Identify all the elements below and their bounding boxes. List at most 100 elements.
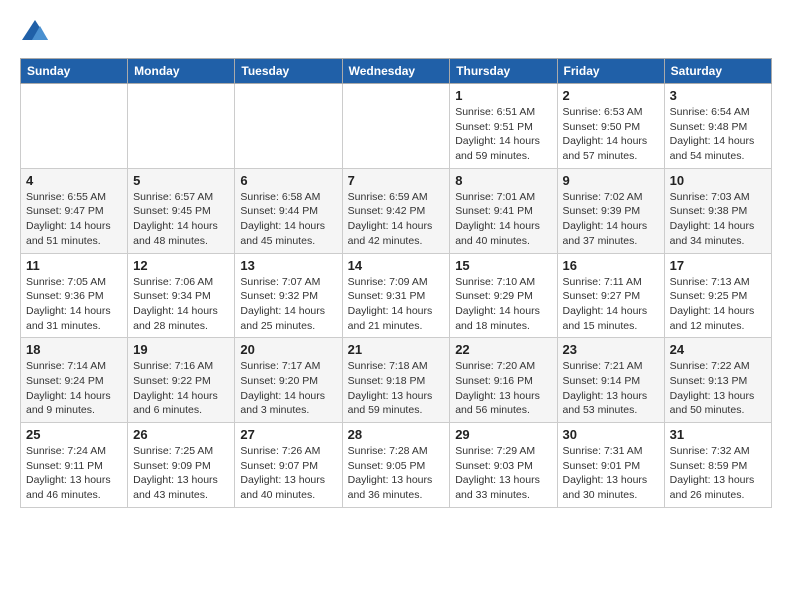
- day-info: Sunrise: 7:03 AM Sunset: 9:38 PM Dayligh…: [670, 190, 766, 249]
- day-info: Sunrise: 7:13 AM Sunset: 9:25 PM Dayligh…: [670, 275, 766, 334]
- day-number: 31: [670, 427, 766, 442]
- calendar-week-row: 18 Sunrise: 7:14 AM Sunset: 9:24 PM Dayli…: [21, 338, 772, 423]
- calendar-cell: [342, 84, 450, 169]
- weekday-header: Tuesday: [235, 59, 342, 84]
- day-number: 27: [240, 427, 336, 442]
- calendar-cell: [235, 84, 342, 169]
- calendar-cell: 29 Sunrise: 7:29 AM Sunset: 9:03 PM Dayli…: [450, 423, 557, 508]
- day-number: 14: [348, 258, 445, 273]
- day-number: 12: [133, 258, 229, 273]
- calendar-cell: [128, 84, 235, 169]
- weekday-header: Wednesday: [342, 59, 450, 84]
- day-info: Sunrise: 6:54 AM Sunset: 9:48 PM Dayligh…: [670, 105, 766, 164]
- day-number: 2: [563, 88, 659, 103]
- calendar-cell: 14 Sunrise: 7:09 AM Sunset: 9:31 PM Dayli…: [342, 253, 450, 338]
- day-info: Sunrise: 6:55 AM Sunset: 9:47 PM Dayligh…: [26, 190, 122, 249]
- day-info: Sunrise: 7:10 AM Sunset: 9:29 PM Dayligh…: [455, 275, 551, 334]
- calendar-cell: 27 Sunrise: 7:26 AM Sunset: 9:07 PM Dayli…: [235, 423, 342, 508]
- day-info: Sunrise: 7:29 AM Sunset: 9:03 PM Dayligh…: [455, 444, 551, 503]
- calendar-cell: 9 Sunrise: 7:02 AM Sunset: 9:39 PM Daylig…: [557, 168, 664, 253]
- day-info: Sunrise: 7:07 AM Sunset: 9:32 PM Dayligh…: [240, 275, 336, 334]
- calendar-cell: 13 Sunrise: 7:07 AM Sunset: 9:32 PM Dayli…: [235, 253, 342, 338]
- day-info: Sunrise: 6:53 AM Sunset: 9:50 PM Dayligh…: [563, 105, 659, 164]
- day-number: 22: [455, 342, 551, 357]
- calendar-cell: [21, 84, 128, 169]
- day-number: 19: [133, 342, 229, 357]
- day-number: 6: [240, 173, 336, 188]
- calendar-cell: 6 Sunrise: 6:58 AM Sunset: 9:44 PM Daylig…: [235, 168, 342, 253]
- calendar-cell: 11Sunrise: 7:05 AM Sunset: 9:36 PM Dayli…: [21, 253, 128, 338]
- day-number: 7: [348, 173, 445, 188]
- logo-icon: [20, 18, 50, 46]
- weekday-header-row: SundayMondayTuesdayWednesdayThursdayFrid…: [21, 59, 772, 84]
- calendar-cell: 16Sunrise: 7:11 AM Sunset: 9:27 PM Dayli…: [557, 253, 664, 338]
- calendar-cell: 19 Sunrise: 7:16 AM Sunset: 9:22 PM Dayli…: [128, 338, 235, 423]
- calendar-cell: 10 Sunrise: 7:03 AM Sunset: 9:38 PM Dayli…: [664, 168, 771, 253]
- day-info: Sunrise: 7:18 AM Sunset: 9:18 PM Dayligh…: [348, 359, 445, 418]
- calendar-cell: 18 Sunrise: 7:14 AM Sunset: 9:24 PM Dayli…: [21, 338, 128, 423]
- day-info: Sunrise: 7:24 AM Sunset: 9:11 PM Dayligh…: [26, 444, 122, 503]
- calendar-cell: 3 Sunrise: 6:54 AM Sunset: 9:48 PM Daylig…: [664, 84, 771, 169]
- calendar-cell: 12 Sunrise: 7:06 AM Sunset: 9:34 PM Dayli…: [128, 253, 235, 338]
- day-number: 11: [26, 258, 122, 273]
- day-info: Sunrise: 6:59 AM Sunset: 9:42 PM Dayligh…: [348, 190, 445, 249]
- calendar-cell: 28Sunrise: 7:28 AM Sunset: 9:05 PM Dayli…: [342, 423, 450, 508]
- day-info: Sunrise: 7:26 AM Sunset: 9:07 PM Dayligh…: [240, 444, 336, 503]
- day-number: 4: [26, 173, 122, 188]
- day-info: Sunrise: 6:58 AM Sunset: 9:44 PM Dayligh…: [240, 190, 336, 249]
- calendar-cell: 21 Sunrise: 7:18 AM Sunset: 9:18 PM Dayli…: [342, 338, 450, 423]
- calendar-cell: 25 Sunrise: 7:24 AM Sunset: 9:11 PM Dayli…: [21, 423, 128, 508]
- calendar-week-row: 1Sunrise: 6:51 AM Sunset: 9:51 PM Daylig…: [21, 84, 772, 169]
- day-number: 18: [26, 342, 122, 357]
- calendar-cell: 20 Sunrise: 7:17 AM Sunset: 9:20 PM Dayli…: [235, 338, 342, 423]
- calendar-cell: 5Sunrise: 6:57 AM Sunset: 9:45 PM Daylig…: [128, 168, 235, 253]
- day-info: Sunrise: 7:14 AM Sunset: 9:24 PM Dayligh…: [26, 359, 122, 418]
- calendar-cell: 23 Sunrise: 7:21 AM Sunset: 9:14 PM Dayli…: [557, 338, 664, 423]
- calendar-week-row: 11Sunrise: 7:05 AM Sunset: 9:36 PM Dayli…: [21, 253, 772, 338]
- calendar-cell: 8 Sunrise: 7:01 AM Sunset: 9:41 PM Daylig…: [450, 168, 557, 253]
- day-number: 28: [348, 427, 445, 442]
- weekday-header: Monday: [128, 59, 235, 84]
- page-header: [20, 20, 772, 48]
- day-number: 24: [670, 342, 766, 357]
- day-info: Sunrise: 7:21 AM Sunset: 9:14 PM Dayligh…: [563, 359, 659, 418]
- day-info: Sunrise: 6:57 AM Sunset: 9:45 PM Dayligh…: [133, 190, 229, 249]
- day-number: 21: [348, 342, 445, 357]
- day-number: 10: [670, 173, 766, 188]
- day-number: 26: [133, 427, 229, 442]
- day-info: Sunrise: 7:11 AM Sunset: 9:27 PM Dayligh…: [563, 275, 659, 334]
- day-info: Sunrise: 7:01 AM Sunset: 9:41 PM Dayligh…: [455, 190, 551, 249]
- calendar-cell: 7 Sunrise: 6:59 AM Sunset: 9:42 PM Daylig…: [342, 168, 450, 253]
- calendar-week-row: 4 Sunrise: 6:55 AM Sunset: 9:47 PM Daylig…: [21, 168, 772, 253]
- day-number: 15: [455, 258, 551, 273]
- day-number: 9: [563, 173, 659, 188]
- calendar-cell: 4 Sunrise: 6:55 AM Sunset: 9:47 PM Daylig…: [21, 168, 128, 253]
- day-number: 1: [455, 88, 551, 103]
- calendar-cell: 31Sunrise: 7:32 AM Sunset: 8:59 PM Dayli…: [664, 423, 771, 508]
- day-info: Sunrise: 7:16 AM Sunset: 9:22 PM Dayligh…: [133, 359, 229, 418]
- day-number: 3: [670, 88, 766, 103]
- day-info: Sunrise: 7:17 AM Sunset: 9:20 PM Dayligh…: [240, 359, 336, 418]
- calendar-cell: 30Sunrise: 7:31 AM Sunset: 9:01 PM Dayli…: [557, 423, 664, 508]
- calendar-cell: 17 Sunrise: 7:13 AM Sunset: 9:25 PM Dayli…: [664, 253, 771, 338]
- weekday-header: Friday: [557, 59, 664, 84]
- calendar-cell: 15 Sunrise: 7:10 AM Sunset: 9:29 PM Dayli…: [450, 253, 557, 338]
- weekday-header: Sunday: [21, 59, 128, 84]
- day-info: Sunrise: 7:06 AM Sunset: 9:34 PM Dayligh…: [133, 275, 229, 334]
- day-number: 23: [563, 342, 659, 357]
- weekday-header: Thursday: [450, 59, 557, 84]
- calendar-cell: 2 Sunrise: 6:53 AM Sunset: 9:50 PM Daylig…: [557, 84, 664, 169]
- day-number: 20: [240, 342, 336, 357]
- calendar-week-row: 25 Sunrise: 7:24 AM Sunset: 9:11 PM Dayli…: [21, 423, 772, 508]
- day-info: Sunrise: 7:09 AM Sunset: 9:31 PM Dayligh…: [348, 275, 445, 334]
- day-number: 13: [240, 258, 336, 273]
- day-info: Sunrise: 7:02 AM Sunset: 9:39 PM Dayligh…: [563, 190, 659, 249]
- calendar-cell: 1Sunrise: 6:51 AM Sunset: 9:51 PM Daylig…: [450, 84, 557, 169]
- day-number: 17: [670, 258, 766, 273]
- day-info: Sunrise: 7:20 AM Sunset: 9:16 PM Dayligh…: [455, 359, 551, 418]
- day-number: 29: [455, 427, 551, 442]
- calendar-table: SundayMondayTuesdayWednesdayThursdayFrid…: [20, 58, 772, 508]
- day-number: 8: [455, 173, 551, 188]
- day-number: 25: [26, 427, 122, 442]
- day-info: Sunrise: 7:22 AM Sunset: 9:13 PM Dayligh…: [670, 359, 766, 418]
